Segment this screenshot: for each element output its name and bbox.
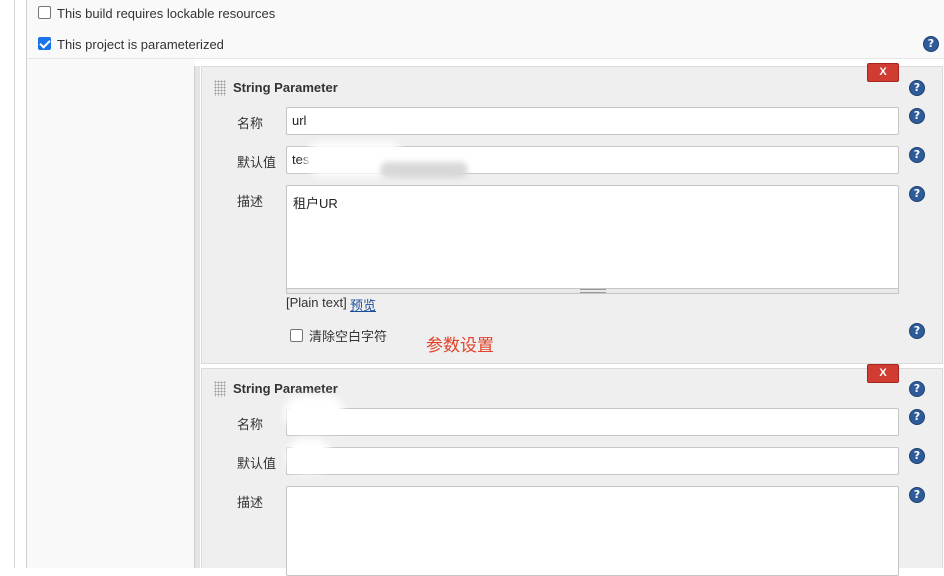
preview-link[interactable]: 预览 xyxy=(350,295,376,314)
redaction-blur xyxy=(290,402,338,424)
name-label: 名称 xyxy=(237,417,264,432)
help-icon[interactable]: ? xyxy=(909,381,925,397)
plain-text-label: [Plain text] xyxy=(286,295,347,310)
trim-label: 清除空白字符 xyxy=(309,329,388,344)
default-value-label: 默认值 xyxy=(237,456,277,471)
parameter-list-divider xyxy=(194,66,200,568)
redaction-blur xyxy=(380,162,468,178)
parameter-type-title: String Parameter xyxy=(233,381,338,396)
parameterized-label: This project is parameterized xyxy=(57,37,224,52)
lockable-label: This build requires lockable resources xyxy=(57,6,276,21)
help-icon[interactable]: ? xyxy=(909,80,925,96)
default-value-input[interactable] xyxy=(286,447,899,475)
parameterized-checkbox[interactable] xyxy=(38,37,51,50)
redaction-blur xyxy=(292,445,326,467)
help-icon[interactable]: ? xyxy=(909,147,925,163)
drag-handle-icon[interactable] xyxy=(214,381,226,397)
delete-parameter-button[interactable]: X xyxy=(867,63,899,82)
help-icon[interactable]: ? xyxy=(923,36,939,52)
description-label: 描述 xyxy=(237,194,264,209)
help-icon[interactable]: ? xyxy=(909,487,925,503)
help-icon[interactable]: ? xyxy=(909,323,925,339)
lockable-checkbox[interactable] xyxy=(38,6,51,19)
parameter-type-title: String Parameter xyxy=(233,80,338,95)
name-input[interactable]: url xyxy=(286,107,899,135)
delete-parameter-button[interactable]: X xyxy=(867,364,899,383)
trim-checkbox[interactable] xyxy=(290,329,303,342)
default-value-text: tes xyxy=(292,152,310,167)
help-icon[interactable]: ? xyxy=(909,186,925,202)
description-textarea[interactable]: 租户UR xyxy=(286,185,899,290)
name-label: 名称 xyxy=(237,116,264,131)
resize-grip-icon[interactable] xyxy=(580,289,606,293)
left-indent-panel xyxy=(27,59,195,568)
drag-handle-icon[interactable] xyxy=(214,80,226,96)
outer-border-left xyxy=(14,0,15,568)
description-label: 描述 xyxy=(237,495,264,510)
help-icon[interactable]: ? xyxy=(909,409,925,425)
default-value-label: 默认值 xyxy=(237,155,277,170)
description-textarea[interactable] xyxy=(286,486,899,576)
annotation-text: 参数设置 xyxy=(426,336,494,355)
help-icon[interactable]: ? xyxy=(909,108,925,124)
help-icon[interactable]: ? xyxy=(909,448,925,464)
name-input[interactable] xyxy=(286,408,899,436)
